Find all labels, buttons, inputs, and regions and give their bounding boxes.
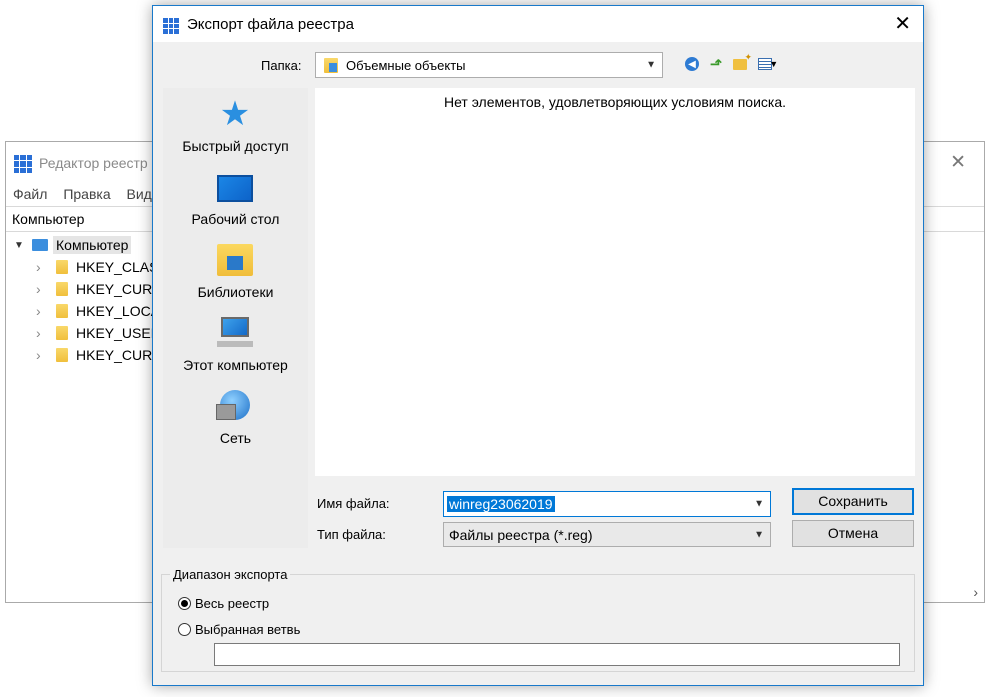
chevron-right-icon[interactable]: › xyxy=(36,325,52,341)
tree-node-label: HKEY_LOCA xyxy=(76,303,161,319)
registry-editor-title: Редактор реестр xyxy=(39,155,148,171)
chevron-down-icon[interactable]: ▼ xyxy=(754,499,764,510)
menu-edit[interactable]: Правка xyxy=(63,186,110,202)
folder-dropdown[interactable]: Объемные объекты ▼ xyxy=(315,52,663,78)
place-label: Этот компьютер xyxy=(183,357,288,373)
tree-node-hkey-current-config[interactable]: › HKEY_CURR xyxy=(36,344,162,366)
dialog-title: Экспорт файла реестра xyxy=(187,16,354,33)
file-list[interactable]: Нет элементов, удовлетворяющих условиям … xyxy=(315,88,915,476)
regedit-app-icon xyxy=(14,155,32,173)
place-label: Рабочий стол xyxy=(191,211,280,227)
radio-selected-branch[interactable]: Выбранная ветвь xyxy=(178,620,300,638)
desktop-icon xyxy=(217,175,253,202)
chevron-right-icon[interactable]: › xyxy=(36,281,52,297)
regedit-menubar: Файл Правка Вид xyxy=(13,186,164,202)
tree-node-label: HKEY_USER xyxy=(76,325,161,341)
tree-node-label: HKEY_CURR xyxy=(76,281,163,297)
tree-node-label: HKEY_CLAS xyxy=(76,259,159,275)
back-icon: ◀ xyxy=(685,57,699,71)
folder-value: Объемные объекты xyxy=(346,58,466,73)
libraries-icon xyxy=(217,244,253,276)
chevron-down-icon: ▼ xyxy=(646,59,656,71)
tree-node-label: Компьютер xyxy=(53,236,132,254)
folder-icon xyxy=(324,58,338,73)
export-range-legend: Диапазон экспорта xyxy=(170,567,291,582)
place-quick-access[interactable]: ★ Быстрый доступ xyxy=(163,88,308,161)
radio-all-registry[interactable]: Весь реестр xyxy=(178,594,269,612)
folder-icon xyxy=(56,260,68,274)
radio-label: Выбранная ветвь xyxy=(195,621,301,637)
caret-down-icon: ▼ xyxy=(766,59,779,69)
tree-node-hkey-current-user[interactable]: › HKEY_CURR xyxy=(36,278,162,300)
star-icon: ★ xyxy=(219,95,251,133)
back-button[interactable]: ◀ xyxy=(683,55,701,73)
regedit-app-icon xyxy=(163,18,179,34)
export-range-group: Диапазон экспорта Весь реестр Выбранная … xyxy=(161,567,915,672)
tree-node-computer[interactable]: ▼ Компьютер xyxy=(14,234,132,256)
empty-message: Нет элементов, удовлетворяющих условиям … xyxy=(443,94,787,110)
filename-value: winreg23062019 xyxy=(447,496,555,512)
place-this-pc[interactable]: Этот компьютер xyxy=(163,307,308,380)
cancel-button[interactable]: Отмена xyxy=(792,520,914,547)
up-folder-icon: ⬏ xyxy=(709,56,723,73)
menu-file[interactable]: Файл xyxy=(13,186,47,202)
regedit-close-icon[interactable]: ✕ xyxy=(950,151,966,174)
filetype-dropdown[interactable]: Файлы реестра (*.reg) ▼ xyxy=(443,522,771,547)
new-folder-icon xyxy=(733,52,752,70)
chevron-right-icon[interactable]: › xyxy=(36,303,52,319)
network-icon xyxy=(216,390,250,420)
scroll-right-icon[interactable]: › xyxy=(973,584,978,600)
radio-button-checked[interactable] xyxy=(178,596,191,610)
filetype-label: Тип файла: xyxy=(317,527,386,542)
place-libraries[interactable]: Библиотеки xyxy=(163,234,308,307)
place-desktop[interactable]: Рабочий стол xyxy=(163,161,308,234)
computer-icon xyxy=(217,317,253,349)
places-bar: ★ Быстрый доступ Рабочий стол Библиотеки… xyxy=(163,88,308,548)
place-label: Библиотеки xyxy=(197,284,274,300)
chevron-down-icon: ▼ xyxy=(754,529,764,540)
new-folder-button[interactable] xyxy=(731,52,752,73)
place-label: Быстрый доступ xyxy=(182,138,289,154)
place-label: Сеть xyxy=(219,430,252,446)
tree-node-hkey-local-machine[interactable]: › HKEY_LOCA xyxy=(36,300,160,322)
menu-view[interactable]: Вид xyxy=(127,186,152,202)
radio-button[interactable] xyxy=(178,622,191,636)
folder-icon xyxy=(56,326,68,340)
close-icon[interactable]: ✕ xyxy=(894,11,911,36)
filename-label: Имя файла: xyxy=(317,496,390,511)
branch-path-input[interactable] xyxy=(214,643,900,666)
folder-icon xyxy=(56,348,68,362)
filename-input[interactable]: winreg23062019 ▼ xyxy=(443,491,771,517)
up-folder-button[interactable]: ⬏ xyxy=(707,55,725,73)
computer-icon xyxy=(32,239,48,251)
export-dialog: Экспорт файла реестра ✕ Папка: Объемные … xyxy=(152,5,924,686)
chevron-right-icon[interactable]: › xyxy=(36,347,52,363)
tree-node-hkey-classes[interactable]: › HKEY_CLAS xyxy=(36,256,158,278)
folder-icon xyxy=(56,304,68,318)
radio-label: Весь реестр xyxy=(195,595,270,611)
view-menu-button[interactable]: ▼ xyxy=(755,55,781,73)
dialog-titlebar: Экспорт файла реестра ✕ xyxy=(153,6,923,42)
filetype-value: Файлы реестра (*.reg) xyxy=(449,527,593,543)
save-button[interactable]: Сохранить xyxy=(792,488,914,515)
chevron-right-icon[interactable]: › xyxy=(36,259,52,275)
place-network[interactable]: Сеть xyxy=(163,380,308,453)
address-text: Компьютер xyxy=(12,211,85,227)
navigation-toolbar: ◀ ⬏ ▼ xyxy=(683,52,781,74)
tree-node-label: HKEY_CURR xyxy=(76,347,163,363)
folder-icon xyxy=(56,282,68,296)
tree-node-hkey-users[interactable]: › HKEY_USER xyxy=(36,322,161,344)
chevron-down-icon[interactable]: ▼ xyxy=(14,240,28,251)
folder-label: Папка: xyxy=(261,58,302,73)
